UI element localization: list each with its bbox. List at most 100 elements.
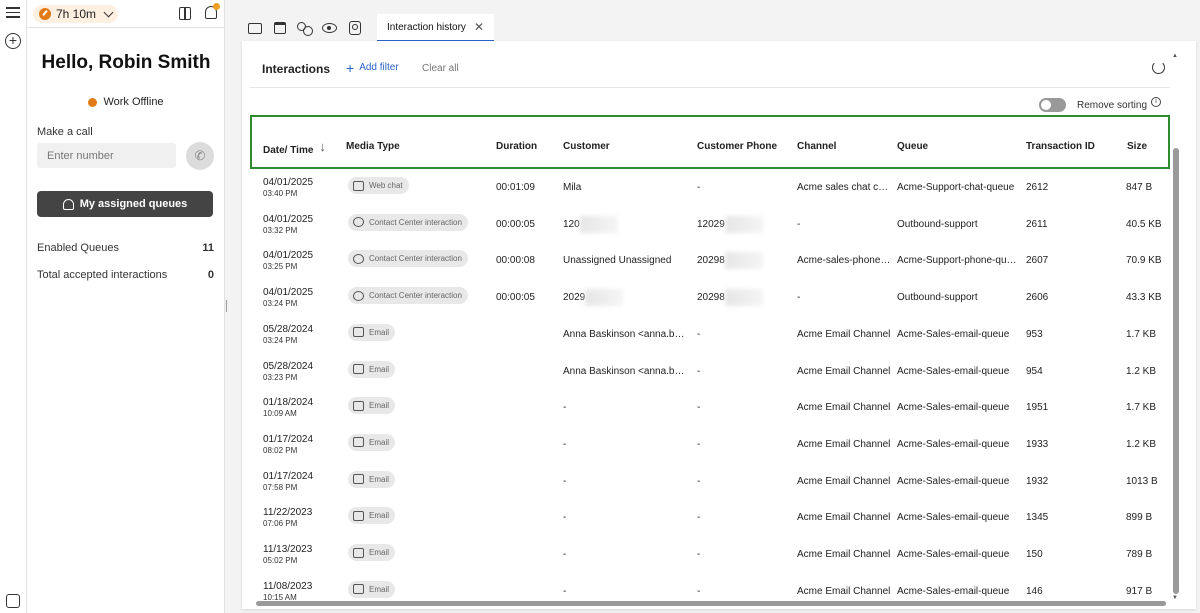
- refresh-icon[interactable]: [1152, 61, 1165, 74]
- cell-queue: Acme-Sales-email-queue: [897, 329, 1019, 340]
- row-time: 03:40 PM: [263, 189, 298, 198]
- col-datetime[interactable]: Date/ Time ↓: [263, 139, 326, 156]
- table-row[interactable]: 11/13/2023 05:02 PM Email - - Acme Email Chan…: [250, 537, 1170, 574]
- cell-text: -: [563, 512, 567, 524]
- tab-directory[interactable]: [342, 15, 367, 41]
- table-row[interactable]: 01/17/2024 08:02 PM Email - - Acme Email Chan…: [250, 427, 1170, 464]
- stat-total-accepted: Total accepted interactions 0: [37, 269, 214, 281]
- table-row[interactable]: 04/01/2025 03:40 PM Web chat 00:01:09 Mila - A…: [250, 170, 1170, 207]
- tab-contacts[interactable]: [292, 15, 317, 41]
- email-icon: [353, 364, 364, 374]
- cell-size: 43.3 KB: [1126, 292, 1162, 303]
- table-row[interactable]: 11/22/2023 07:06 PM Email - - Acme Email Chan…: [250, 500, 1170, 537]
- tab-interaction-history[interactable]: Interaction history ✕: [377, 14, 494, 42]
- tab-monitor[interactable]: [317, 15, 342, 41]
- cell-text: Acme-Sales-email-queue: [897, 365, 1010, 377]
- tab-calendar[interactable]: [267, 15, 292, 41]
- phone-icon: ✆: [194, 148, 206, 163]
- cell-size: 899 B: [1126, 512, 1152, 523]
- cell-text: 1933: [1026, 438, 1049, 450]
- cell-text: 43.3 KB: [1126, 292, 1162, 304]
- call-button[interactable]: ✆: [186, 142, 214, 170]
- cell-text: 954: [1026, 365, 1043, 377]
- cell-text: Acme sales chat cha...: [797, 182, 891, 193]
- media-type-label: Email: [369, 548, 390, 557]
- close-icon[interactable]: ✕: [474, 20, 484, 34]
- cell-customer: 2029: [563, 289, 689, 307]
- cell-text: Acme Email Channel: [797, 438, 891, 450]
- scroll-down-icon[interactable]: ▼: [1172, 595, 1178, 601]
- status-timer[interactable]: 7h 10m: [33, 5, 119, 23]
- table-row[interactable]: 05/28/2024 03:24 PM Email Anna Baskinson <a…: [250, 317, 1170, 354]
- horizontal-scrollbar[interactable]: [256, 601, 1166, 606]
- cell-customer: -: [563, 439, 689, 450]
- table-row[interactable]: 04/01/2025 03:32 PM Contact Center interac…: [250, 207, 1170, 244]
- cell-text: 1.7 KB: [1126, 328, 1157, 340]
- panel-resize-handle[interactable]: [226, 300, 228, 312]
- cell-text: Acme-Sales-email-queue: [897, 402, 1010, 414]
- cell-duration: 00:00:05: [496, 219, 535, 230]
- cell-text: 2611: [1026, 218, 1048, 230]
- layout-icon[interactable]: [179, 7, 191, 20]
- add-icon[interactable]: +: [5, 33, 21, 49]
- table-row[interactable]: 01/18/2024 10:09 AM Email - - Acme Email Chan…: [250, 390, 1170, 427]
- cell-text: 20298: [697, 292, 725, 304]
- my-assigned-queues-button[interactable]: My assigned queues: [37, 191, 213, 217]
- email-icon: [353, 510, 364, 521]
- row-time: 03:23 PM: [263, 372, 298, 382]
- cell-duration: 00:00:05: [496, 292, 535, 303]
- cell-size: 789 B: [1126, 549, 1152, 560]
- col-customer-phone[interactable]: Customer Phone: [697, 141, 777, 152]
- redacted-region: [724, 215, 763, 233]
- cell-text: 847 B: [1126, 182, 1153, 193]
- cell-channel: Acme Email Channel: [797, 512, 891, 523]
- row-time: 03:24 PM: [263, 335, 298, 345]
- media-type-label: Contact Center interaction: [369, 291, 462, 301]
- divider: [250, 87, 1170, 88]
- cell-text: Acme Email Channel: [797, 365, 891, 377]
- cell-text: -: [697, 585, 701, 597]
- cell-channel: Acme Email Channel: [797, 329, 891, 340]
- info-icon[interactable]: i: [1151, 97, 1161, 107]
- remove-sorting-toggle[interactable]: [1039, 98, 1066, 112]
- row-date: 11/08/2023: [263, 580, 313, 592]
- col-duration[interactable]: Duration: [496, 141, 537, 152]
- col-size[interactable]: Size: [1127, 141, 1147, 152]
- contact-card-icon[interactable]: [6, 594, 20, 608]
- table-row[interactable]: 05/28/2024 03:23 PM Email Anna Baskinson <a…: [250, 354, 1170, 391]
- clear-all-button[interactable]: Clear all: [422, 63, 459, 74]
- status-offline-icon: [88, 97, 98, 107]
- scroll-up-icon[interactable]: ▲: [1172, 53, 1178, 59]
- cell-size: 1.7 KB: [1126, 329, 1156, 340]
- agent-topbar: 7h 10m: [27, 0, 224, 28]
- left-rail: +: [0, 0, 27, 613]
- contact-center-icon: [353, 253, 364, 264]
- col-customer[interactable]: Customer: [563, 141, 610, 152]
- cell-channel: -: [797, 219, 891, 230]
- phone-number-input[interactable]: [37, 143, 176, 168]
- cell-channel: -: [797, 292, 891, 303]
- tab-files[interactable]: [242, 15, 267, 41]
- table-row[interactable]: 01/17/2024 07:58 PM Email - - Acme Email Chan…: [250, 464, 1170, 501]
- scroll-thumb[interactable]: [1173, 148, 1179, 594]
- cell-customer: 120: [563, 215, 689, 233]
- cell-text: -: [697, 365, 701, 377]
- col-media-type[interactable]: Media Type: [346, 141, 400, 152]
- table-row[interactable]: 04/01/2025 03:24 PM Contact Center interac…: [250, 280, 1170, 317]
- cell-queue: Acme-Sales-email-queue: [897, 366, 1019, 377]
- col-transaction-id[interactable]: Transaction ID: [1026, 141, 1095, 152]
- col-queue[interactable]: Queue: [897, 141, 928, 152]
- folder-icon: [247, 22, 262, 34]
- agent-status[interactable]: Work Offline: [27, 96, 225, 108]
- add-filter-button[interactable]: + Add filter: [346, 61, 399, 75]
- cell-text: 789 B: [1126, 549, 1153, 560]
- vertical-scrollbar[interactable]: ▲ ▼: [1172, 53, 1180, 601]
- menu-icon[interactable]: [6, 7, 20, 19]
- cell-queue: Acme-Support-chat-queue: [897, 182, 1019, 193]
- cell-text: -: [697, 512, 701, 524]
- col-channel[interactable]: Channel: [797, 141, 836, 152]
- cell-text: Unassigned Unassigned: [563, 255, 672, 267]
- table-row[interactable]: 04/01/2025 03:25 PM Contact Center interac…: [250, 243, 1170, 280]
- cell-queue: Outbound-support: [897, 292, 1019, 303]
- cell-text: Mila: [563, 182, 582, 193]
